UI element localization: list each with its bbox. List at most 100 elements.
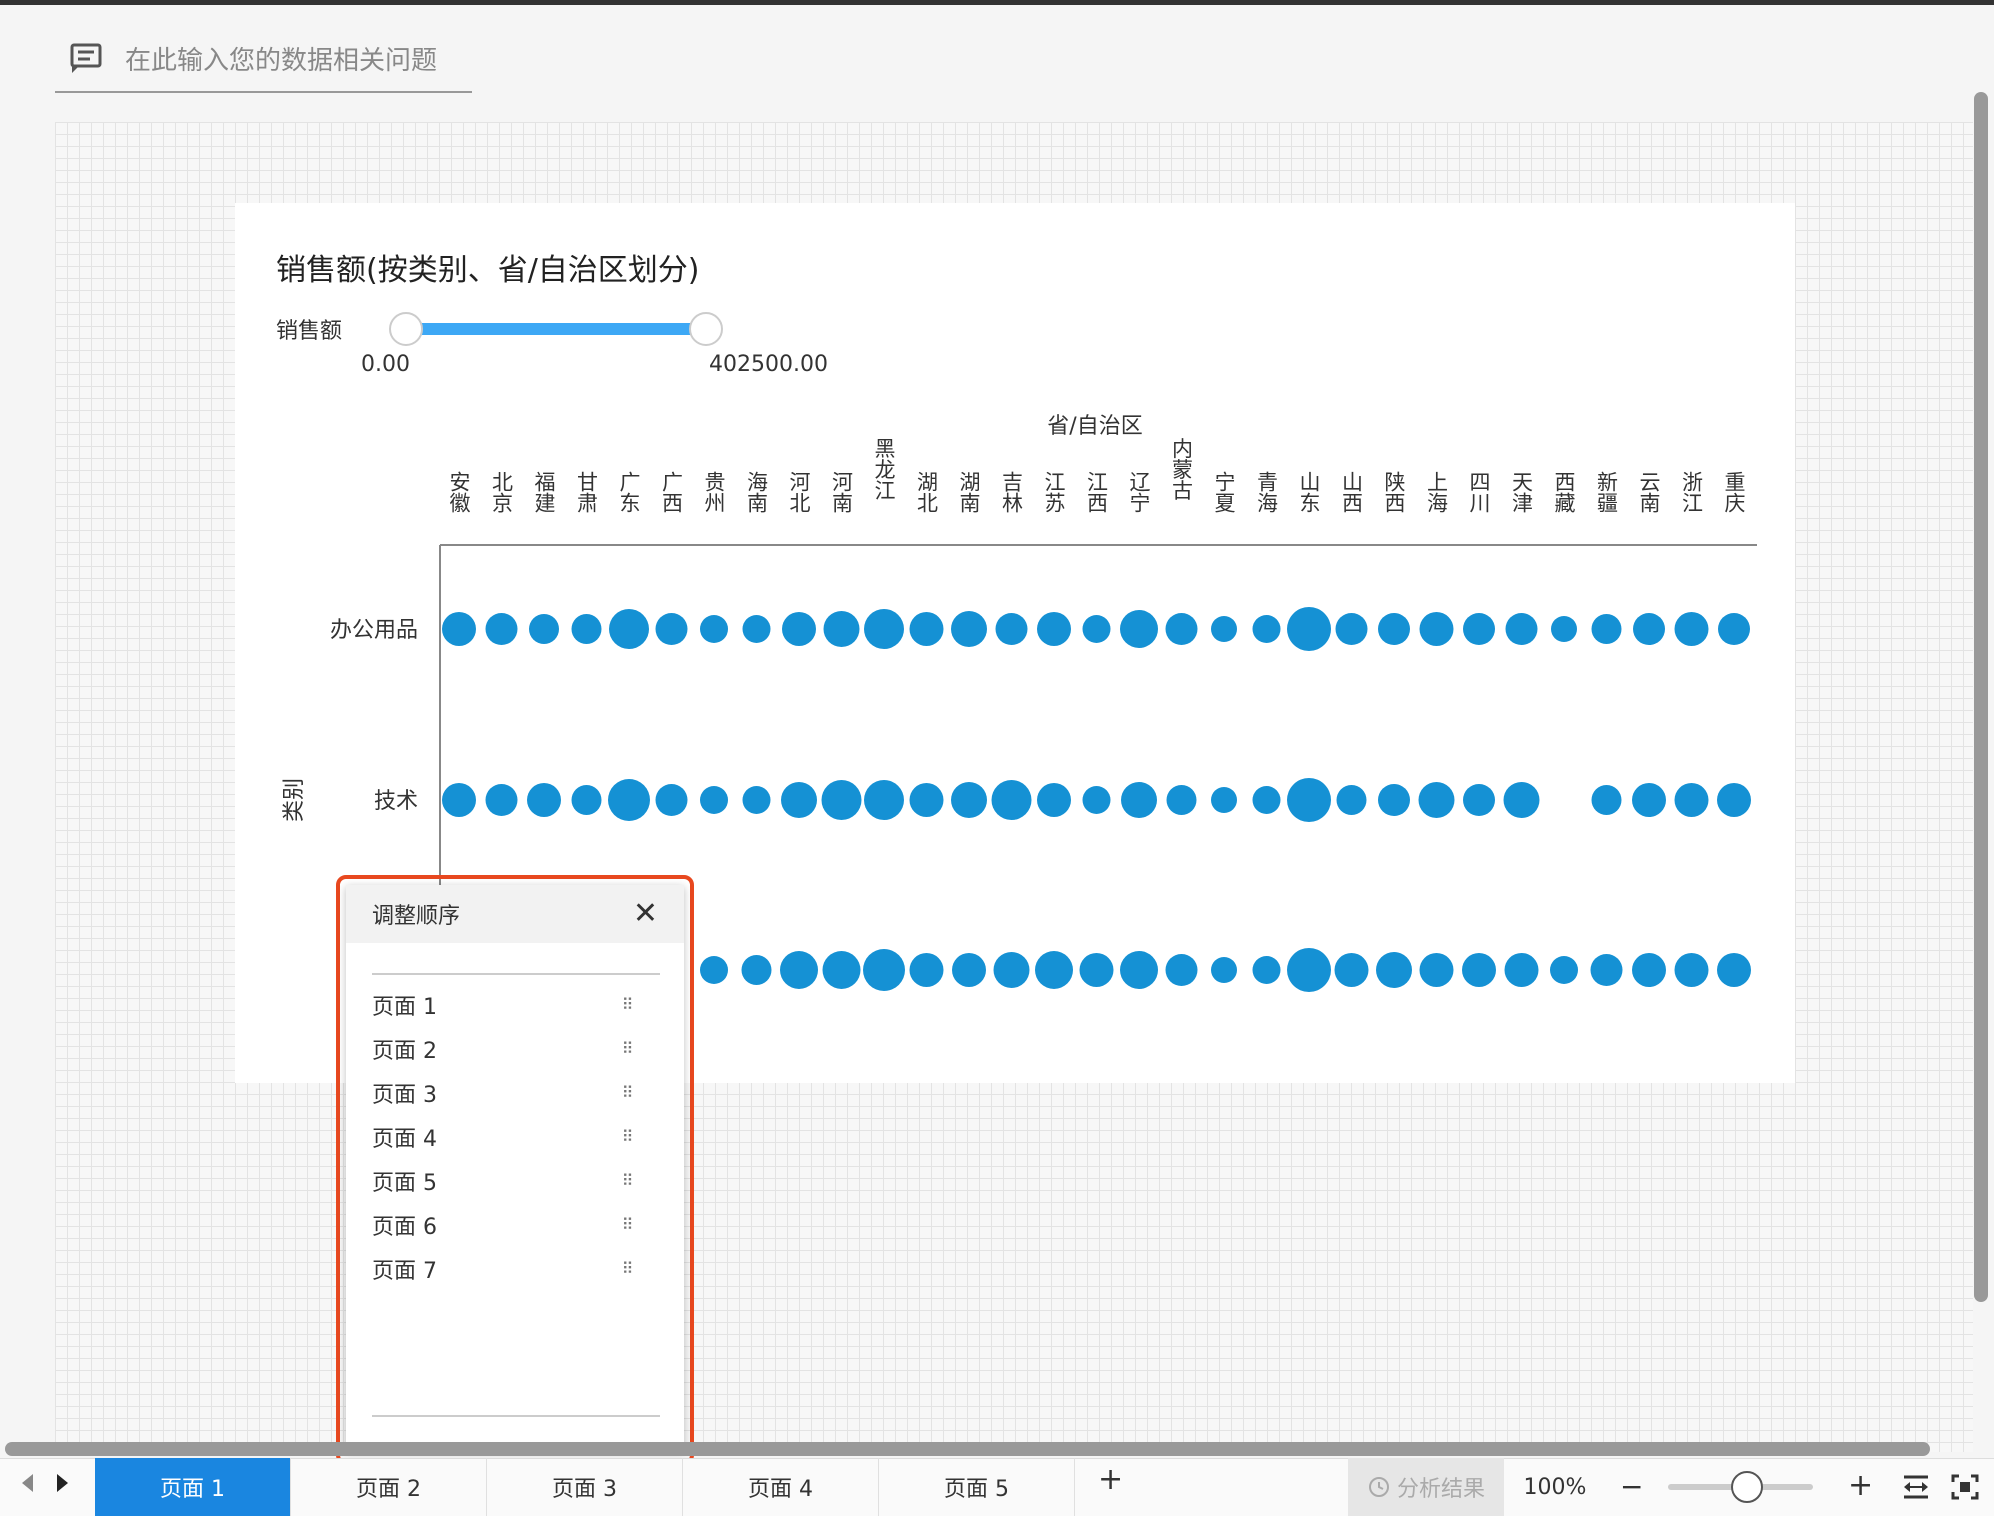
- bubble-mark[interactable]: [1378, 784, 1410, 816]
- drag-handle-icon[interactable]: ⠿: [620, 1085, 634, 1100]
- bubble-mark[interactable]: [1211, 957, 1237, 983]
- bubble-mark[interactable]: [700, 786, 728, 814]
- bubble-mark[interactable]: [909, 783, 944, 817]
- page-order-item[interactable]: 页面 4 ⠿: [372, 1115, 660, 1159]
- bubble-mark[interactable]: [1462, 953, 1496, 987]
- bubble-mark[interactable]: [1037, 783, 1071, 817]
- drag-handle-icon[interactable]: ⠿: [620, 1041, 634, 1056]
- bubble-mark[interactable]: [655, 613, 688, 645]
- bubble-mark[interactable]: [951, 611, 987, 647]
- bubble-mark[interactable]: [527, 783, 561, 817]
- bubble-mark[interactable]: [864, 609, 904, 649]
- bubble-mark[interactable]: [1674, 953, 1709, 987]
- bubble-mark[interactable]: [909, 612, 944, 646]
- bubble-mark[interactable]: [485, 784, 518, 816]
- bubble-mark[interactable]: [951, 782, 987, 818]
- bubble-mark[interactable]: [442, 783, 476, 817]
- bubble-mark[interactable]: [1037, 612, 1071, 646]
- bubble-mark[interactable]: [1252, 956, 1281, 984]
- bubble-mark[interactable]: [821, 780, 862, 820]
- bubble-mark[interactable]: [1674, 612, 1709, 646]
- zoom-slider-knob[interactable]: [1731, 1471, 1763, 1503]
- bubble-mark[interactable]: [1717, 783, 1751, 817]
- bubble-mark[interactable]: [442, 612, 476, 646]
- bubble-mark[interactable]: [909, 953, 944, 987]
- zoom-out-button[interactable]: −: [1620, 1470, 1643, 1503]
- drag-handle-icon[interactable]: ⠿: [620, 1129, 634, 1144]
- bubble-mark[interactable]: [1718, 613, 1750, 645]
- fit-screen-icon[interactable]: [1950, 1473, 1980, 1501]
- bubble-mark[interactable]: [1287, 948, 1331, 992]
- bubble-mark[interactable]: [823, 611, 860, 647]
- bubble-mark[interactable]: [1591, 785, 1622, 815]
- page-tab-1[interactable]: 页面 1: [95, 1458, 291, 1516]
- bubble-mark[interactable]: [571, 614, 602, 644]
- bubble-mark[interactable]: [1632, 783, 1666, 817]
- zoom-percent[interactable]: 100%: [1510, 1458, 1600, 1516]
- bubble-mark[interactable]: [655, 784, 688, 816]
- bubble-mark[interactable]: [1165, 954, 1198, 986]
- prev-page-arrow-icon[interactable]: [22, 1474, 33, 1492]
- bubble-mark[interactable]: [700, 615, 728, 643]
- bubble-mark[interactable]: [1419, 953, 1454, 987]
- page-order-item[interactable]: 页面 5 ⠿: [372, 1159, 660, 1203]
- bubble-mark[interactable]: [529, 614, 559, 644]
- bubble-mark[interactable]: [1376, 952, 1412, 988]
- bubble-mark[interactable]: [864, 780, 904, 820]
- bubble-mark[interactable]: [1166, 785, 1197, 815]
- bubble-mark[interactable]: [1674, 783, 1709, 817]
- bubble-mark[interactable]: [1504, 953, 1539, 987]
- bubble-mark[interactable]: [1252, 615, 1281, 643]
- page-order-item[interactable]: 页面 7 ⠿: [372, 1247, 660, 1291]
- page-order-item[interactable]: 页面 3 ⠿: [372, 1071, 660, 1115]
- bubble-mark[interactable]: [571, 785, 602, 815]
- bubble-mark[interactable]: [1633, 613, 1665, 645]
- page-order-item[interactable]: 页面 6 ⠿: [372, 1203, 660, 1247]
- bubble-mark[interactable]: [822, 951, 861, 989]
- bubble-mark[interactable]: [1082, 786, 1111, 814]
- bubble-mark[interactable]: [1632, 953, 1666, 987]
- drag-handle-icon[interactable]: ⠿: [620, 1173, 634, 1188]
- bubble-mark[interactable]: [1252, 786, 1281, 814]
- bubble-mark[interactable]: [700, 956, 728, 984]
- bubble-mark[interactable]: [1035, 951, 1073, 989]
- bubble-mark[interactable]: [1418, 782, 1455, 818]
- page-tab-5[interactable]: 页面 5: [879, 1458, 1075, 1516]
- bubble-mark[interactable]: [995, 613, 1028, 645]
- bubble-mark[interactable]: [993, 952, 1030, 988]
- drag-handle-icon[interactable]: ⠿: [620, 997, 634, 1012]
- bubble-mark[interactable]: [1550, 956, 1578, 984]
- bubble-mark[interactable]: [1551, 616, 1577, 642]
- reorder-pages-dialog[interactable]: 调整顺序 ✕ 页面 1 ⠿ 页面 2 ⠿ 页面 3 ⠿ 页面 4 ⠿ 页面 5 ⠿ 页面 6 ⠿ 页面 …: [346, 885, 684, 1450]
- bubble-mark[interactable]: [1505, 613, 1538, 645]
- add-page-button[interactable]: +: [1098, 1462, 1123, 1497]
- bubble-mark[interactable]: [1378, 613, 1410, 645]
- bubble-mark[interactable]: [863, 949, 905, 991]
- page-tab-4[interactable]: 页面 4: [683, 1458, 879, 1516]
- fit-width-icon[interactable]: [1901, 1473, 1931, 1501]
- bubble-mark[interactable]: [1287, 778, 1331, 822]
- bubble-mark[interactable]: [1079, 953, 1114, 987]
- analysis-result-button[interactable]: 分析结果: [1348, 1458, 1504, 1516]
- bubble-mark[interactable]: [741, 955, 772, 985]
- bubble-mark[interactable]: [1287, 607, 1331, 651]
- page-tab-2[interactable]: 页面 2: [291, 1458, 487, 1516]
- bubble-mark[interactable]: [1082, 615, 1111, 643]
- bubble-mark[interactable]: [1590, 954, 1623, 986]
- bubble-mark[interactable]: [608, 779, 650, 821]
- close-icon[interactable]: ✕: [633, 899, 658, 929]
- bubble-mark[interactable]: [1717, 953, 1751, 987]
- page-order-item[interactable]: 页面 2 ⠿: [372, 1027, 660, 1071]
- bubble-mark[interactable]: [1120, 951, 1158, 989]
- page-tab-3[interactable]: 页面 3: [487, 1458, 683, 1516]
- bubble-mark[interactable]: [781, 782, 817, 818]
- bubble-mark[interactable]: [1591, 614, 1622, 644]
- horizontal-scrollbar[interactable]: [5, 1442, 1930, 1456]
- zoom-in-button[interactable]: +: [1848, 1468, 1873, 1503]
- bubble-mark[interactable]: [952, 953, 986, 987]
- page-order-item[interactable]: 页面 1 ⠿: [372, 983, 660, 1027]
- bubble-mark[interactable]: [1336, 785, 1367, 815]
- drag-handle-icon[interactable]: ⠿: [620, 1217, 634, 1232]
- bubble-mark[interactable]: [1335, 613, 1368, 645]
- bubble-mark[interactable]: [1463, 613, 1495, 645]
